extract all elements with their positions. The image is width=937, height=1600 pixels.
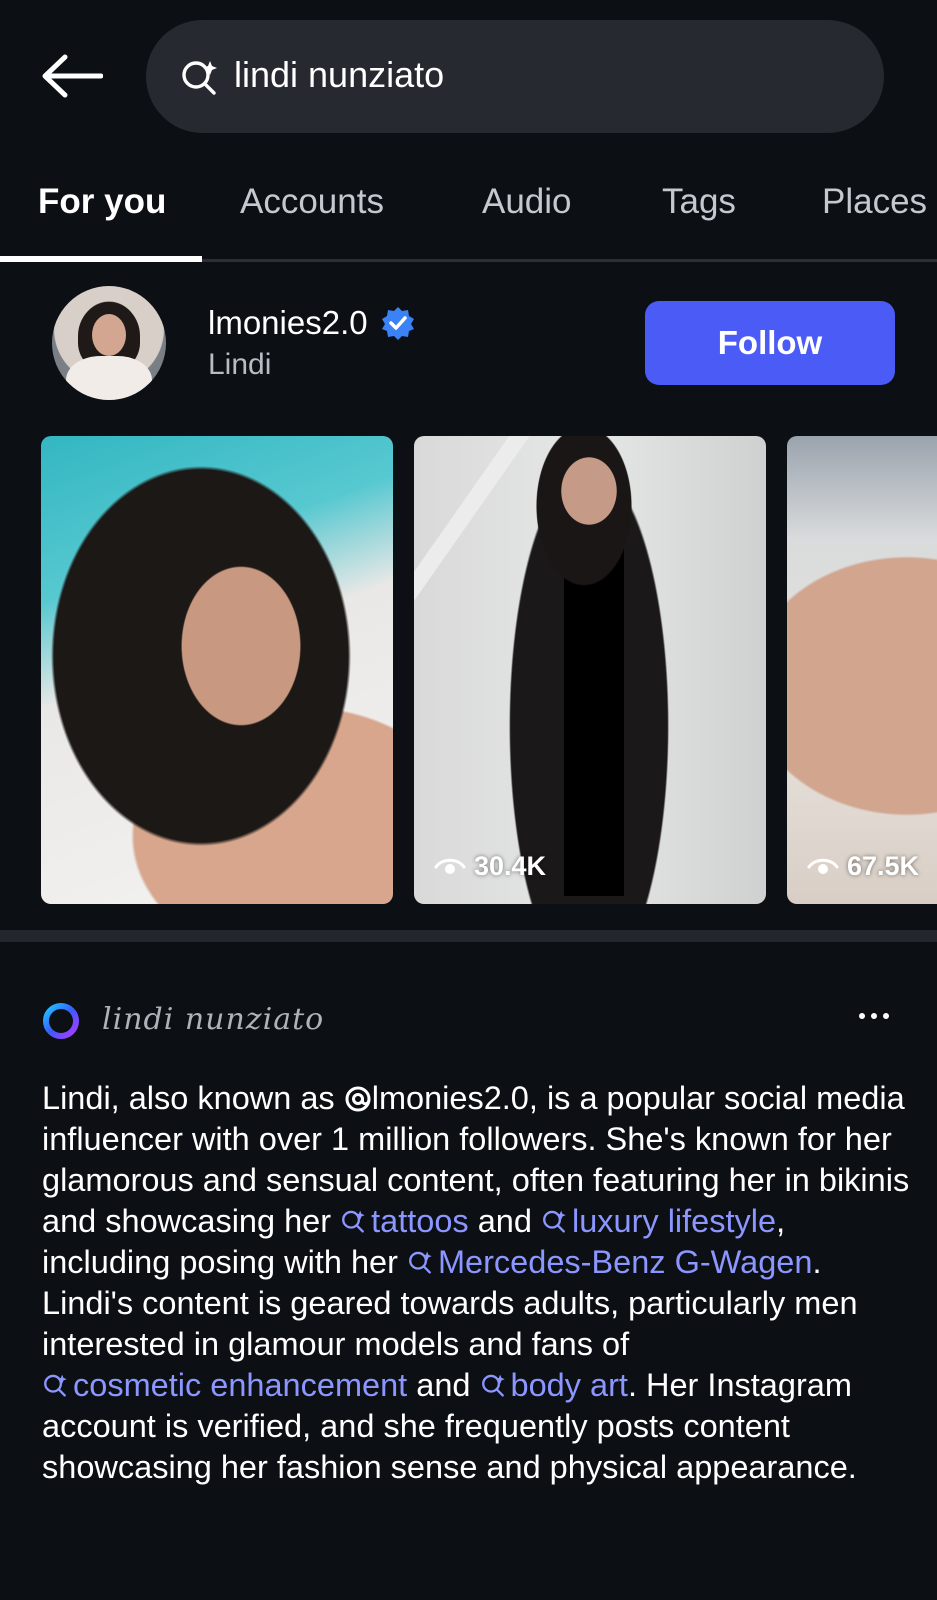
search-bar[interactable] — [146, 20, 884, 133]
tab-accounts[interactable]: Accounts — [240, 182, 384, 222]
verified-badge-icon — [380, 305, 416, 341]
search-sparkle-icon — [342, 1210, 365, 1233]
mention[interactable]: lmonies2.0 — [344, 1080, 529, 1116]
view-count-text: 30.4K — [474, 851, 547, 881]
summary-text: and — [407, 1367, 480, 1403]
more-dots-icon — [859, 1013, 865, 1019]
eye-icon — [434, 856, 466, 878]
search-link-luxury-lifestyle[interactable]: luxury lifestyle — [541, 1203, 776, 1239]
summary-text: Lindi, also known as — [42, 1080, 344, 1116]
follow-button[interactable]: Follow — [645, 301, 895, 385]
view-count-text: 67.5K — [847, 851, 920, 881]
account-username[interactable]: lmonies2.0 — [208, 304, 368, 342]
avatar[interactable] — [52, 286, 166, 400]
eye-icon — [807, 856, 839, 878]
mention-handle[interactable]: lmonies2.0 — [372, 1080, 529, 1116]
ai-query-title: lindi nunziato — [102, 1002, 325, 1037]
search-sparkle-icon — [481, 1374, 505, 1397]
back-button[interactable] — [38, 50, 106, 102]
view-count: 67.5K — [807, 851, 919, 882]
search-link-tattoos[interactable]: tattoos — [340, 1203, 469, 1239]
search-sparkle-icon — [44, 1374, 67, 1397]
search-sparkle-icon — [543, 1210, 566, 1233]
tab-places[interactable]: Places — [822, 182, 927, 222]
ai-summary-text: Lindi, also known as lmonies2.0, is a po… — [42, 1078, 912, 1488]
section-divider — [0, 930, 937, 942]
search-link-cosmetic-enhancement[interactable]: cosmetic enhancement — [42, 1367, 407, 1403]
at-icon — [345, 1086, 371, 1112]
search-input[interactable] — [234, 53, 884, 96]
tab-tags[interactable]: Tags — [662, 182, 736, 222]
search-link-body-art[interactable]: body art — [480, 1367, 628, 1403]
summary-text: and — [468, 1203, 541, 1239]
media-thumbnail[interactable] — [41, 436, 393, 904]
media-thumbnail[interactable]: 30.4K — [414, 436, 766, 904]
media-thumbnail[interactable]: 67.5K — [787, 436, 937, 904]
active-tab-indicator — [0, 256, 202, 262]
account-name-row[interactable]: lmonies2.0 — [208, 304, 416, 342]
search-sparkle-icon — [176, 54, 222, 100]
search-link-mercedes-benz-g-wagen[interactable]: Mercedes-Benz G-Wagen — [407, 1244, 812, 1280]
meta-ai-ring-icon — [40, 1000, 82, 1042]
account-display-name: Lindi — [208, 348, 272, 381]
arrow-left-icon — [42, 54, 103, 98]
tab-audio[interactable]: Audio — [482, 182, 572, 222]
tab-for-you[interactable]: For you — [38, 182, 166, 222]
view-count: 30.4K — [434, 851, 546, 882]
search-sparkle-icon — [409, 1251, 432, 1274]
more-options-button[interactable] — [852, 998, 896, 1034]
search-tabs: For you Accounts Audio Tags Places — [0, 160, 937, 262]
